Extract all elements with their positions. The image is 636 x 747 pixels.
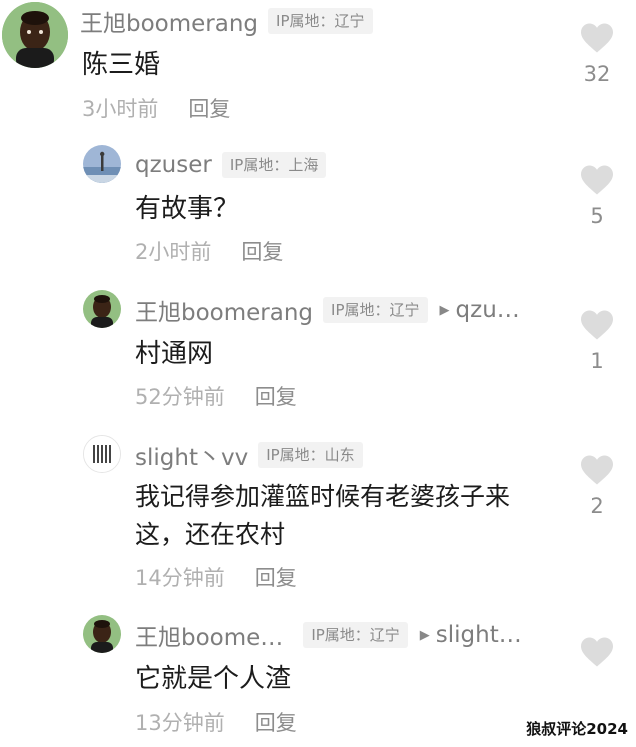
timestamp: 2小时前 <box>135 240 212 264</box>
reply-button[interactable]: 回复 <box>255 707 297 737</box>
heart-icon <box>581 165 613 195</box>
user-photo-icon <box>2 2 68 68</box>
like-button[interactable] <box>577 636 617 668</box>
ip-location-badge: IP属地：辽宁 <box>303 622 408 648</box>
timestamp: 13分钟前 <box>135 711 225 735</box>
comment-text: 它就是个人渣 <box>135 664 292 694</box>
comment-text-line: 这，还在农村 <box>135 520 286 549</box>
heart-icon <box>581 455 613 485</box>
like-button[interactable]: 5 <box>577 164 617 228</box>
user-photo-icon <box>83 615 121 653</box>
reply-target-username[interactable]: slight… <box>436 622 522 648</box>
user-photo-icon <box>83 145 121 183</box>
like-count: 32 <box>583 62 611 86</box>
reply-button[interactable]: 回复 <box>255 562 297 592</box>
avatar[interactable] <box>83 615 121 653</box>
timestamp: 3小时前 <box>82 97 159 121</box>
comment-1: 王旭boomerang IP属地：辽宁 陈三婚 3小时前 回复 32 <box>0 0 636 135</box>
avatar[interactable] <box>83 145 121 183</box>
like-count: 1 <box>590 349 604 373</box>
like-button[interactable]: 1 <box>577 309 617 373</box>
like-button[interactable]: 32 <box>577 22 617 86</box>
comment-text: 有故事？ <box>135 194 240 224</box>
ip-location-badge: IP属地：辽宁 <box>323 297 428 323</box>
username[interactable]: 王旭boome… <box>135 618 283 652</box>
avatar[interactable] <box>83 290 121 328</box>
reply-2: 王旭boomerang IP属地：辽宁 ▶ qzu… 村通网 52分钟前 回复 … <box>0 285 636 425</box>
comment-text: 陈三婚 <box>82 50 161 80</box>
ip-location-badge: IP属地：辽宁 <box>268 8 373 34</box>
watermark: 狼叔评论2024 <box>526 720 628 738</box>
username[interactable]: qzuser <box>135 152 212 178</box>
like-count: 5 <box>590 204 604 228</box>
heart-icon <box>581 23 613 53</box>
username[interactable]: 王旭boomerang <box>135 293 313 327</box>
username[interactable]: 王旭boomerang <box>80 4 258 38</box>
comment-text: 我记得参加灌篮时候有老婆孩子来 这，还在农村 <box>135 478 510 554</box>
avatar[interactable] <box>83 435 121 473</box>
comment-text-line: 我记得参加灌篮时候有老婆孩子来 <box>135 482 511 511</box>
username[interactable]: slight丶vv <box>135 438 248 472</box>
ip-location-badge: IP属地：上海 <box>221 152 327 178</box>
like-count: 2 <box>590 494 604 518</box>
timestamp: 14分钟前 <box>135 566 225 590</box>
reply-arrow-icon: ▶ <box>439 302 450 318</box>
user-photo-icon <box>83 290 121 328</box>
reply-button[interactable]: 回复 <box>188 93 230 123</box>
heart-icon <box>581 637 613 667</box>
timestamp: 52分钟前 <box>135 385 225 409</box>
reply-button[interactable]: 回复 <box>241 236 283 266</box>
like-button[interactable]: 2 <box>577 454 617 518</box>
reply-3: slight丶vv IP属地：山东 我记得参加灌篮时候有老婆孩子来 这，还在农村… <box>0 430 636 600</box>
reply-target-username[interactable]: qzu… <box>456 297 520 323</box>
avatar[interactable] <box>2 2 68 68</box>
heart-icon <box>581 310 613 340</box>
reply-button[interactable]: 回复 <box>255 381 297 411</box>
calligraphy-avatar-icon <box>84 436 120 472</box>
ip-location-badge: IP属地：山东 <box>258 442 363 468</box>
reply-1: qzuser IP属地：上海 有故事？ 2小时前 回复 5 <box>0 140 636 280</box>
reply-arrow-icon: ▶ <box>419 627 430 643</box>
comment-text: 村通网 <box>135 339 214 369</box>
